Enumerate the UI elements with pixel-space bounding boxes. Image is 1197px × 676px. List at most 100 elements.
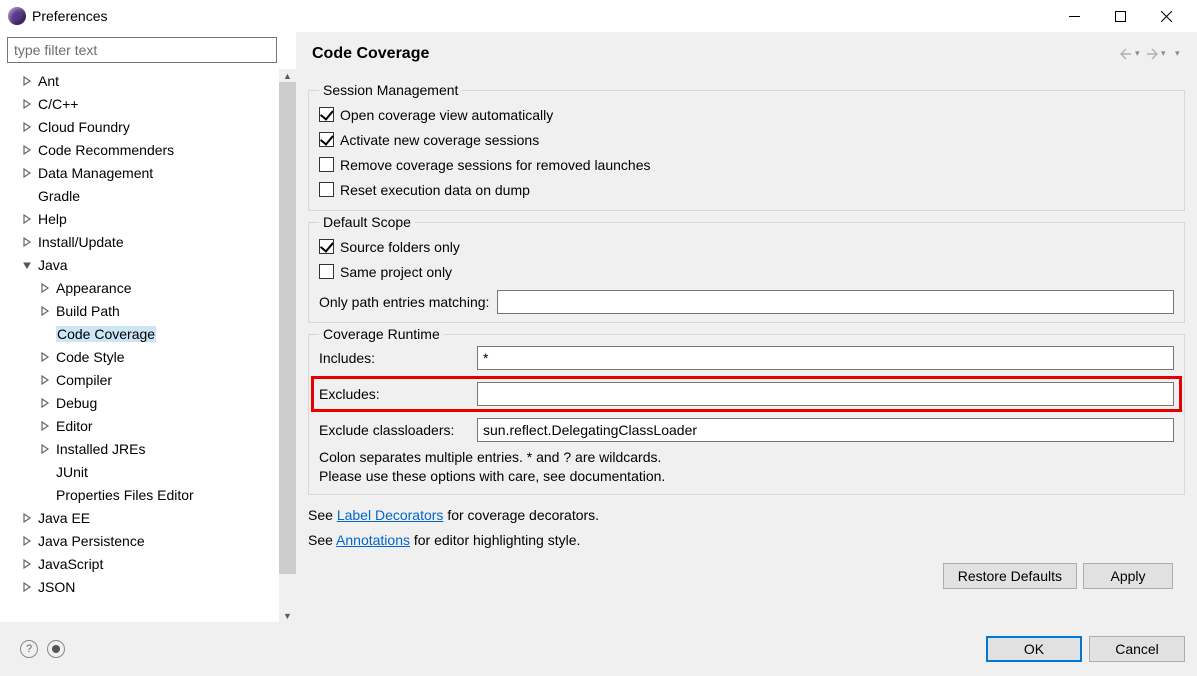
tree-item-label: Java Persistence	[38, 533, 145, 549]
tree-scrollbar[interactable]: ▲ ▼	[279, 69, 296, 622]
tree-item-code-coverage[interactable]: Code Coverage	[7, 322, 279, 345]
scope-legend: Default Scope	[319, 214, 415, 230]
tree-item-appearance[interactable]: Appearance	[7, 276, 279, 299]
tree-item-code-style[interactable]: Code Style	[7, 345, 279, 368]
twisty-icon[interactable]	[37, 441, 53, 457]
twisty-icon	[37, 464, 53, 480]
includes-input[interactable]	[477, 346, 1174, 370]
apply-button[interactable]: Apply	[1083, 563, 1173, 589]
tree-item-java[interactable]: Java	[7, 253, 279, 276]
activate-sessions-checkbox[interactable]	[319, 132, 334, 147]
twisty-icon[interactable]	[19, 119, 35, 135]
open-coverage-view-checkbox[interactable]	[319, 107, 334, 122]
runtime-legend: Coverage Runtime	[319, 326, 444, 342]
cancel-button[interactable]: Cancel	[1089, 636, 1185, 662]
minimize-button[interactable]	[1051, 0, 1097, 32]
tree-item-debug[interactable]: Debug	[7, 391, 279, 414]
tree-item-label: Code Recommenders	[38, 142, 174, 158]
annotations-link[interactable]: Annotations	[336, 532, 410, 548]
nav-forward-menu-icon[interactable]: ▾	[1161, 48, 1169, 59]
label-decorators-link[interactable]: Label Decorators	[337, 507, 444, 523]
import-export-icon[interactable]	[47, 640, 65, 658]
nav-back-icon[interactable]	[1119, 47, 1133, 61]
tree-item-build-path[interactable]: Build Path	[7, 299, 279, 322]
remove-sessions-checkbox[interactable]	[319, 157, 334, 172]
twisty-icon[interactable]	[19, 533, 35, 549]
tree-item-label: JSON	[38, 579, 75, 595]
twisty-icon[interactable]	[19, 211, 35, 227]
exclude-classloaders-label: Exclude classloaders:	[319, 422, 477, 438]
twisty-icon[interactable]	[19, 556, 35, 572]
twisty-icon[interactable]	[37, 418, 53, 434]
scroll-thumb[interactable]	[279, 82, 296, 574]
twisty-icon[interactable]	[19, 510, 35, 526]
tree-item-javascript[interactable]: JavaScript	[7, 552, 279, 575]
path-matching-input[interactable]	[497, 290, 1174, 314]
restore-defaults-button[interactable]: Restore Defaults	[943, 563, 1077, 589]
tree-item-help[interactable]: Help	[7, 207, 279, 230]
filter-input[interactable]	[7, 37, 277, 63]
tree-item-data-management[interactable]: Data Management	[7, 161, 279, 184]
reset-data-label: Reset execution data on dump	[340, 182, 530, 198]
tree-item-label: Properties Files Editor	[56, 487, 194, 503]
scroll-down-icon[interactable]: ▼	[279, 609, 296, 622]
twisty-icon[interactable]	[19, 257, 35, 273]
tree-item-java-ee[interactable]: Java EE	[7, 506, 279, 529]
twisty-icon[interactable]	[19, 96, 35, 112]
links-block: See Label Decorators for coverage decora…	[308, 503, 1185, 553]
tree-item-installed-jres[interactable]: Installed JREs	[7, 437, 279, 460]
tree-item-label: Code Coverage	[56, 326, 156, 342]
ok-button[interactable]: OK	[986, 636, 1082, 662]
tree-item-c-c-[interactable]: C/C++	[7, 92, 279, 115]
coverage-runtime-group: Coverage Runtime Includes: Excludes: Exc…	[308, 326, 1185, 495]
excludes-input[interactable]	[477, 382, 1174, 406]
twisty-icon[interactable]	[19, 142, 35, 158]
same-project-checkbox[interactable]	[319, 264, 334, 279]
tree-item-install-update[interactable]: Install/Update	[7, 230, 279, 253]
tree-item-label: Code Style	[56, 349, 124, 365]
dialog-footer: ? OK Cancel	[0, 622, 1197, 676]
tree-item-label: Cloud Foundry	[38, 119, 130, 135]
twisty-icon[interactable]	[19, 234, 35, 250]
tree-item-label: Build Path	[56, 303, 120, 319]
twisty-icon[interactable]	[37, 303, 53, 319]
reset-data-checkbox[interactable]	[319, 182, 334, 197]
tree-item-label: Ant	[38, 73, 59, 89]
preferences-tree[interactable]: Ant C/C++ Cloud Foundry Code Recommenders Da…	[7, 69, 296, 622]
window-title: Preferences	[32, 8, 107, 24]
tree-item-json[interactable]: JSON	[7, 575, 279, 598]
twisty-icon	[19, 188, 35, 204]
tree-item-properties-files-editor[interactable]: Properties Files Editor	[7, 483, 279, 506]
source-folders-checkbox[interactable]	[319, 239, 334, 254]
twisty-icon[interactable]	[37, 349, 53, 365]
twisty-icon[interactable]	[19, 579, 35, 595]
twisty-icon[interactable]	[37, 395, 53, 411]
tree-item-label: Appearance	[56, 280, 132, 296]
scroll-up-icon[interactable]: ▲	[279, 69, 296, 82]
maximize-button[interactable]	[1097, 0, 1143, 32]
twisty-icon[interactable]	[19, 73, 35, 89]
tree-item-label: Compiler	[56, 372, 112, 388]
twisty-icon[interactable]	[37, 372, 53, 388]
tree-item-compiler[interactable]: Compiler	[7, 368, 279, 391]
twisty-icon[interactable]	[19, 165, 35, 181]
includes-label: Includes:	[319, 350, 477, 366]
tree-item-java-persistence[interactable]: Java Persistence	[7, 529, 279, 552]
tree-item-ant[interactable]: Ant	[7, 69, 279, 92]
nav-forward-icon[interactable]	[1145, 47, 1159, 61]
tree-item-label: JUnit	[56, 464, 88, 480]
excludes-label: Excludes:	[319, 386, 477, 402]
page-menu-icon[interactable]: ▾	[1175, 48, 1183, 59]
nav-back-menu-icon[interactable]: ▾	[1135, 48, 1143, 59]
exclude-classloaders-input[interactable]	[477, 418, 1174, 442]
tree-item-cloud-foundry[interactable]: Cloud Foundry	[7, 115, 279, 138]
close-button[interactable]	[1143, 0, 1189, 32]
twisty-icon[interactable]	[37, 280, 53, 296]
tree-item-label: JavaScript	[38, 556, 103, 572]
tree-item-editor[interactable]: Editor	[7, 414, 279, 437]
tree-item-junit[interactable]: JUnit	[7, 460, 279, 483]
default-scope-group: Default Scope Source folders only Same p…	[308, 214, 1185, 323]
help-icon[interactable]: ?	[20, 640, 38, 658]
tree-item-code-recommenders[interactable]: Code Recommenders	[7, 138, 279, 161]
tree-item-gradle[interactable]: Gradle	[7, 184, 279, 207]
